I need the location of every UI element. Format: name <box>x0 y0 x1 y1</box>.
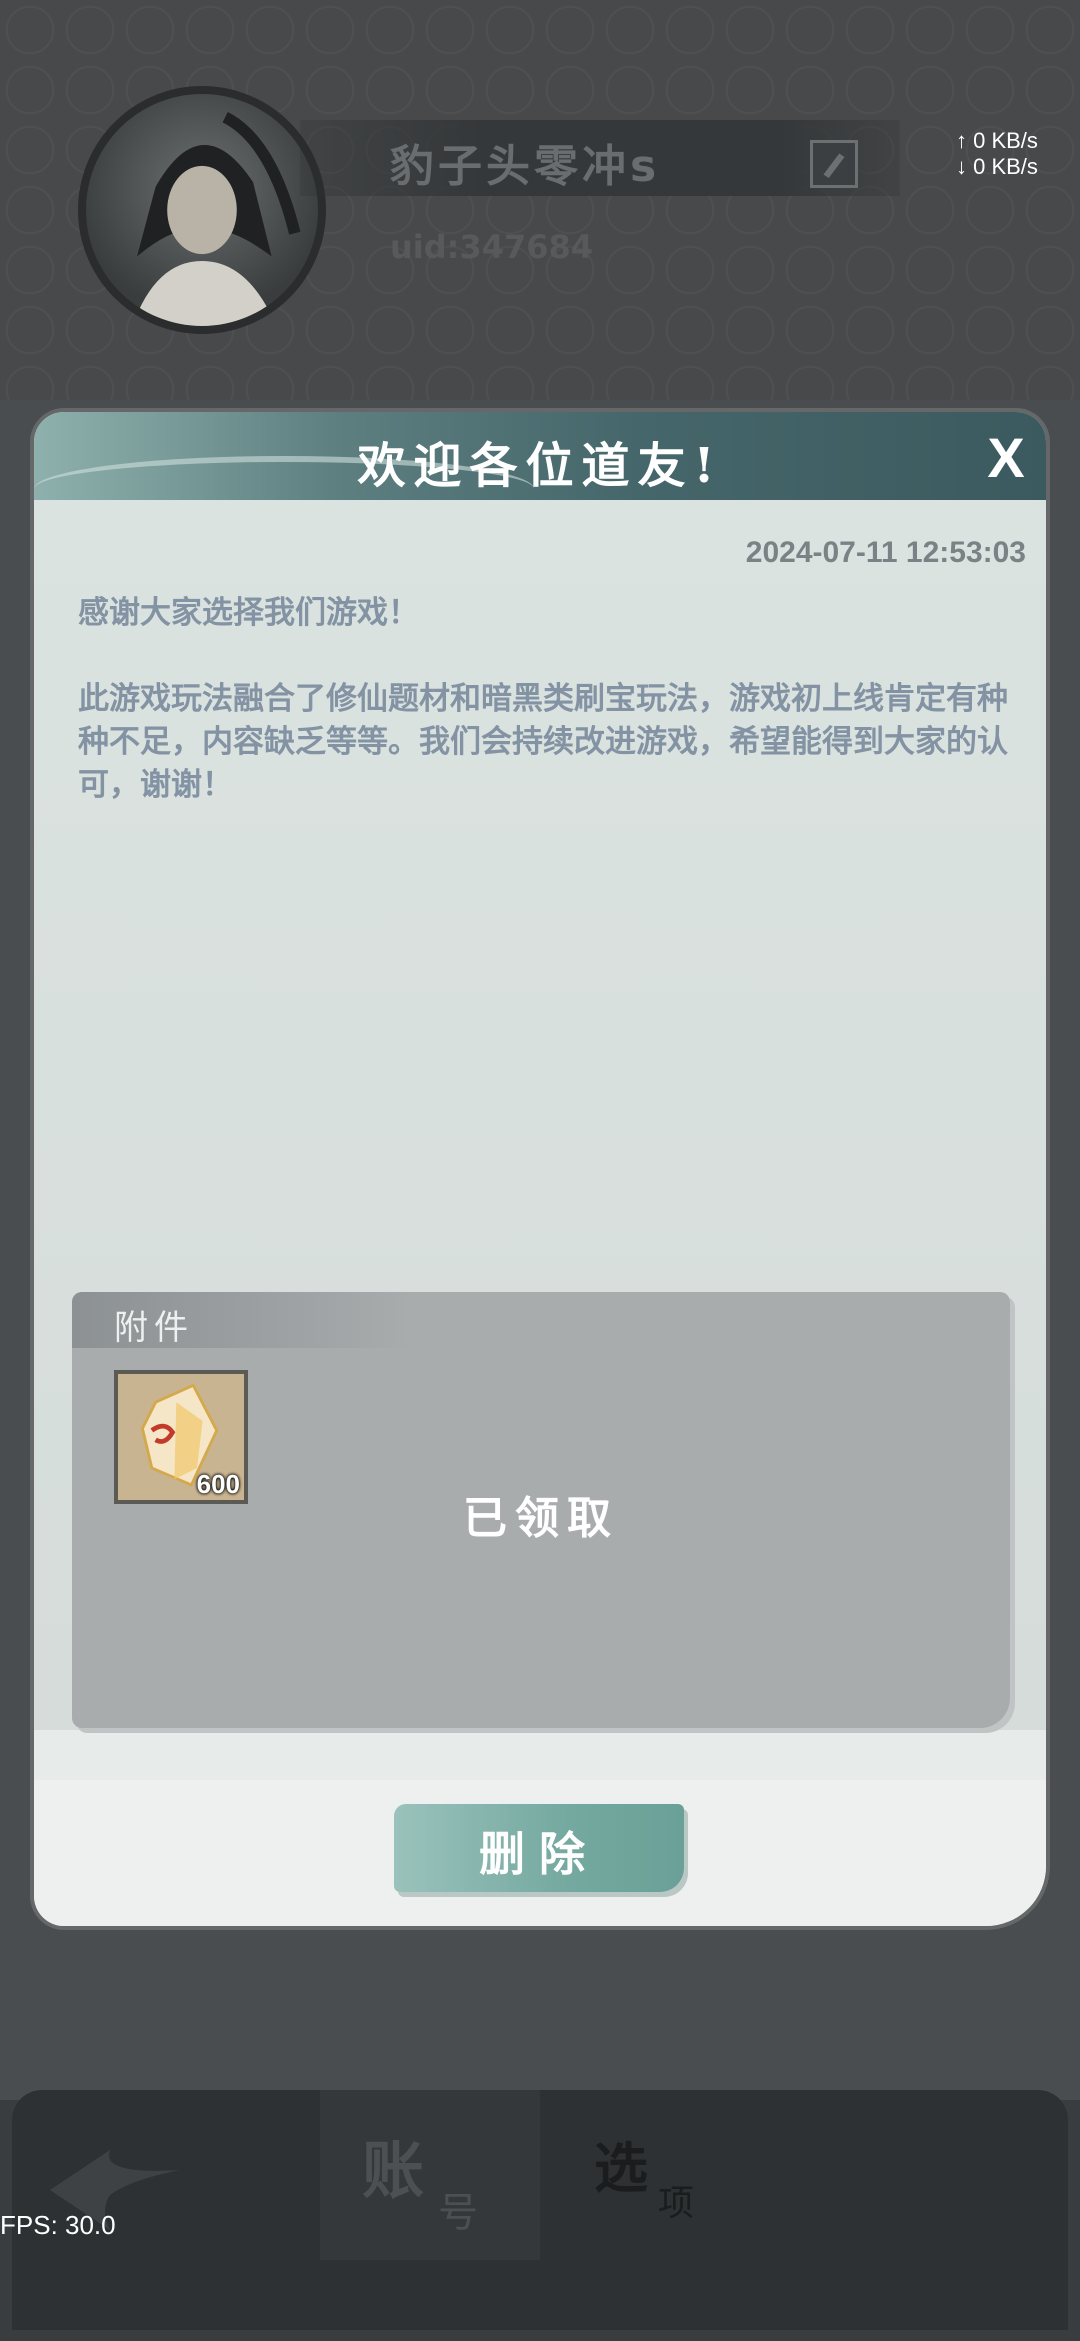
attachment-panel: 附件 600 已领取 <box>72 1292 1010 1728</box>
fps-counter: FPS: 30.0 <box>0 2210 116 2240</box>
message-paragraph: 此游戏玩法融合了修仙题材和暗黑类刷宝玩法，游戏初上线肯定有种种不足，内容缺乏等等… <box>78 681 1008 803</box>
network-speed: ↑ 0 KB/s ↓ 0 KB/s <box>956 128 1038 180</box>
tab-options[interactable]: 选 项 <box>580 2110 780 2260</box>
character-portrait-icon <box>132 112 301 326</box>
tab-options-label: 选 <box>594 2137 648 2200</box>
upload-speed: ↑ 0 KB/s <box>956 128 1038 153</box>
attachment-tab: 附件 <box>72 1292 412 1348</box>
player-uid: uid:347684 <box>390 228 594 266</box>
dialog-header: 欢迎各位道友! X <box>34 412 1046 500</box>
delete-button-label: 删除 <box>479 1827 599 1881</box>
mail-dialog: 欢迎各位道友! X 2024-07-11 12:53:03 感谢大家选择我们游戏… <box>34 412 1046 1926</box>
mail-message: 感谢大家选择我们游戏！ 此游戏玩法融合了修仙题材和暗黑类刷宝玩法，游戏初上线肯定… <box>78 592 1018 850</box>
tab-account-sublabel: 号 <box>438 2190 478 2236</box>
avatar[interactable] <box>78 86 326 334</box>
tab-account[interactable]: 账 号 <box>320 2090 540 2260</box>
dialog-title: 欢迎各位道友! <box>357 438 723 494</box>
message-paragraph: 感谢大家选择我们游戏！ <box>78 595 419 631</box>
close-icon[interactable]: X <box>978 430 1034 486</box>
delete-button[interactable]: 删除 <box>394 1804 684 1892</box>
tab-options-sublabel: 项 <box>658 2183 695 2224</box>
attachment-label: 附件 <box>114 1308 194 1348</box>
claimed-status: 已领取 <box>463 1493 619 1544</box>
download-speed: ↓ 0 KB/s <box>956 154 1038 179</box>
player-name: 豹子头零冲s <box>390 141 661 192</box>
tab-account-label: 账 <box>362 2134 425 2207</box>
edit-name-icon[interactable] <box>810 140 858 188</box>
mail-timestamp: 2024-07-11 12:53:03 <box>745 536 1026 569</box>
